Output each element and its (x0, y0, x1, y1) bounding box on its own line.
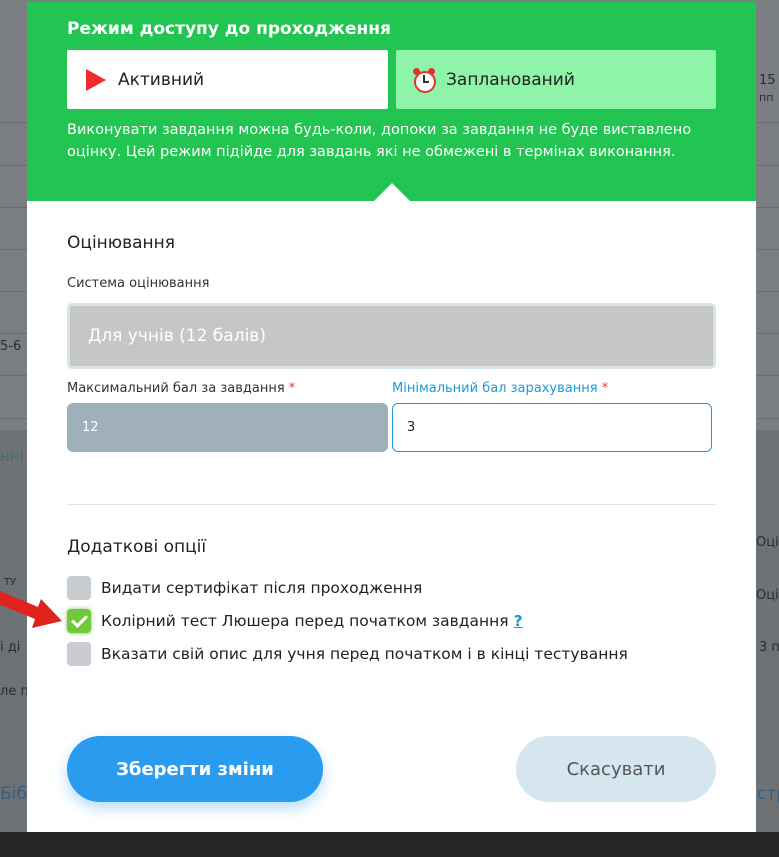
luscher-test-checkbox[interactable] (67, 609, 91, 633)
background-text: нні (0, 447, 24, 465)
settings-modal: Режим доступу до проходження Активний За… (27, 2, 756, 832)
background-text: Оці (756, 535, 779, 550)
play-icon (86, 68, 106, 91)
cancel-button[interactable]: Скасувати (516, 736, 716, 802)
option-label: Вказати свій опис для учня перед початко… (101, 645, 628, 663)
red-arrow-icon (0, 591, 62, 628)
alarm-clock-icon (412, 67, 438, 93)
min-score-input[interactable]: 3 (392, 403, 712, 452)
certificate-checkbox[interactable] (67, 576, 91, 600)
min-score-value: 3 (407, 420, 416, 435)
background-text: стр (757, 784, 779, 804)
help-link[interactable]: ? (514, 612, 523, 630)
background-text: Оці (756, 588, 779, 603)
custom-description-checkbox[interactable] (67, 642, 91, 666)
mode-active-button[interactable]: Активний (67, 50, 388, 109)
background-text: 5-6 (0, 339, 22, 354)
background-footer-bar (0, 832, 779, 857)
background-text: 3 пр (759, 640, 779, 655)
option-label: Видати сертифікат після проходження (101, 579, 423, 597)
access-mode-panel: Режим доступу до проходження Активний За… (27, 2, 756, 202)
grading-system-value: Для учнів (12 балів) (88, 326, 266, 346)
grading-title: Оцінювання (67, 233, 175, 253)
max-score-label: Максимальний бал за завдання * (67, 381, 296, 396)
background-text: і ді (0, 640, 21, 655)
access-mode-title: Режим доступу до проходження (67, 19, 391, 39)
save-button[interactable]: Зберегти зміни (67, 736, 323, 802)
option-certificate[interactable]: Видати сертифікат після проходження (67, 576, 422, 600)
max-score-value: 12 (82, 420, 99, 435)
option-custom-description[interactable]: Вказати свій опис для учня перед початко… (67, 642, 628, 666)
background-text: 15 (759, 73, 776, 88)
option-luscher-test[interactable]: Колірний тест Люшера перед початком завд… (67, 609, 523, 633)
panel-pointer (373, 183, 411, 202)
mode-scheduled-label: Запланований (446, 69, 575, 90)
min-score-label: Мінімальний бал зарахування * (392, 381, 609, 396)
background-text: пп (759, 91, 774, 104)
options-title: Додаткові опції (67, 537, 207, 557)
option-label: Колірний тест Люшера перед початком завд… (101, 612, 509, 630)
mode-active-label: Активний (118, 69, 205, 90)
grading-system-select[interactable]: Для учнів (12 балів) (67, 303, 716, 369)
access-mode-description: Виконувати завдання можна будь-коли, доп… (67, 122, 692, 160)
grading-system-label: Система оцінювання (67, 276, 210, 291)
section-divider (67, 504, 716, 505)
max-score-input[interactable]: 12 (67, 403, 388, 452)
mode-scheduled-button[interactable]: Запланований (396, 50, 716, 109)
